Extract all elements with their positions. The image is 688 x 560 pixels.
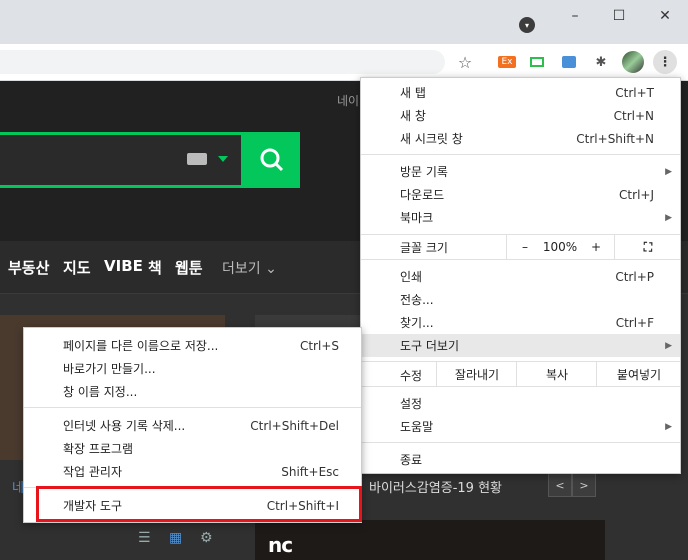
zoom-row: 글꼴 크기 – 100% + ⛶	[361, 235, 680, 259]
zoom-level: 100%	[542, 240, 578, 254]
chevron-right-icon: ▶	[665, 166, 672, 177]
menu-divider	[361, 259, 680, 260]
minimize-button[interactable]: –	[552, 0, 598, 32]
search-input[interactable]	[0, 132, 244, 188]
menu-settings[interactable]: 설정	[361, 392, 680, 415]
nav-more-button[interactable]: 더보기 ⌄	[222, 258, 277, 278]
menu-divider	[24, 407, 361, 408]
menu-bookmarks[interactable]: 북마크 ▶	[361, 206, 680, 229]
menu-divider	[361, 154, 680, 155]
search-icon	[260, 148, 284, 172]
list-view-icon[interactable]: ☰	[138, 530, 151, 546]
paste-button[interactable]: 붙여넣기	[596, 362, 681, 386]
menu-cast[interactable]: 전송...	[361, 288, 680, 311]
submenu-save-as[interactable]: 페이지를 다른 이름으로 저장... Ctrl+S	[24, 334, 361, 357]
menu-new-tab[interactable]: 새 탭 Ctrl+T	[361, 81, 680, 104]
menu-find[interactable]: 찾기... Ctrl+F	[361, 311, 680, 334]
extension-ex-icon[interactable]: Ex	[495, 50, 519, 74]
edit-label: 수정	[400, 369, 423, 383]
submenu-clear-browsing-data[interactable]: 인터넷 사용 기록 삭제... Ctrl+Shift+Del	[24, 414, 361, 437]
nav-item-book[interactable]: 책	[148, 257, 162, 278]
chevron-down-icon: ⌄	[265, 261, 277, 277]
extension-green-icon[interactable]	[525, 50, 549, 74]
chevron-right-icon: ▶	[665, 212, 672, 223]
news-headline[interactable]: 바이러스감염증-19 현황	[369, 477, 502, 496]
zoom-label: 글꼴 크기	[400, 241, 448, 255]
puzzle-icon[interactable]: ✱	[589, 50, 613, 74]
ad-banner[interactable]	[255, 520, 605, 560]
copy-button[interactable]: 복사	[516, 362, 597, 386]
nav-item-map[interactable]: 지도	[63, 257, 91, 278]
nav-item-webtoon[interactable]: 웹툰	[175, 257, 203, 278]
extension-blue-icon[interactable]	[557, 50, 581, 74]
submenu-task-manager[interactable]: 작업 관리자 Shift+Esc	[24, 460, 361, 483]
edit-row: 수정 잘라내기 복사 붙여넣기	[361, 362, 680, 386]
menu-more-tools[interactable]: 도구 더보기 ▶	[361, 334, 680, 357]
more-menu-icon[interactable]: ⋮	[653, 50, 677, 74]
pager-next-button[interactable]: >	[572, 473, 596, 497]
zoom-out-button[interactable]: –	[506, 235, 543, 259]
zoom-in-button[interactable]: +	[578, 235, 614, 259]
menu-downloads[interactable]: 다운로드 Ctrl+J	[361, 183, 680, 206]
menu-print[interactable]: 인쇄 Ctrl+P	[361, 265, 680, 288]
nav-item-realestate[interactable]: 부동산	[8, 257, 49, 278]
menu-divider	[361, 386, 680, 387]
grid-view-icon[interactable]: ▦	[169, 530, 182, 546]
gear-icon[interactable]: ⚙	[200, 530, 213, 546]
maximize-button[interactable]: ☐	[596, 0, 642, 32]
search-button[interactable]	[244, 132, 300, 188]
highlight-box	[36, 486, 362, 522]
chevron-right-icon: ▶	[665, 340, 672, 351]
keyboard-icon[interactable]	[187, 153, 207, 165]
star-icon[interactable]: ☆	[453, 50, 477, 74]
header-link[interactable]: 네이	[337, 92, 359, 109]
menu-help[interactable]: 도움말 ▶	[361, 415, 680, 438]
tab-search-button[interactable]: ▾	[519, 17, 535, 33]
menu-exit[interactable]: 종료	[361, 448, 680, 471]
chrome-main-menu: 새 탭 Ctrl+T 새 창 Ctrl+N 새 시크릿 창 Ctrl+Shift+N …	[360, 77, 681, 474]
nav-more-label: 더보기	[222, 261, 261, 277]
fullscreen-icon[interactable]: ⛶	[614, 235, 681, 259]
profile-avatar[interactable]	[621, 50, 645, 74]
nc-logo: nc	[268, 533, 293, 557]
menu-incognito[interactable]: 새 시크릿 창 Ctrl+Shift+N	[361, 127, 680, 150]
menu-history[interactable]: 방문 기록 ▶	[361, 160, 680, 183]
pager-prev-button[interactable]: <	[548, 473, 572, 497]
nav-item-vibe[interactable]: VIBE	[104, 257, 143, 275]
submenu-name-window[interactable]: 창 이름 지정...	[24, 380, 361, 403]
submenu-extensions[interactable]: 확장 프로그램	[24, 437, 361, 460]
address-bar[interactable]	[0, 50, 445, 74]
chevron-right-icon: ▶	[665, 421, 672, 432]
menu-divider	[361, 442, 680, 443]
close-button[interactable]: ✕	[642, 0, 688, 32]
cut-button[interactable]: 잘라내기	[436, 362, 517, 386]
menu-new-window[interactable]: 새 창 Ctrl+N	[361, 104, 680, 127]
keyboard-dropdown-icon[interactable]	[218, 156, 228, 162]
submenu-create-shortcut[interactable]: 바로가기 만들기...	[24, 357, 361, 380]
